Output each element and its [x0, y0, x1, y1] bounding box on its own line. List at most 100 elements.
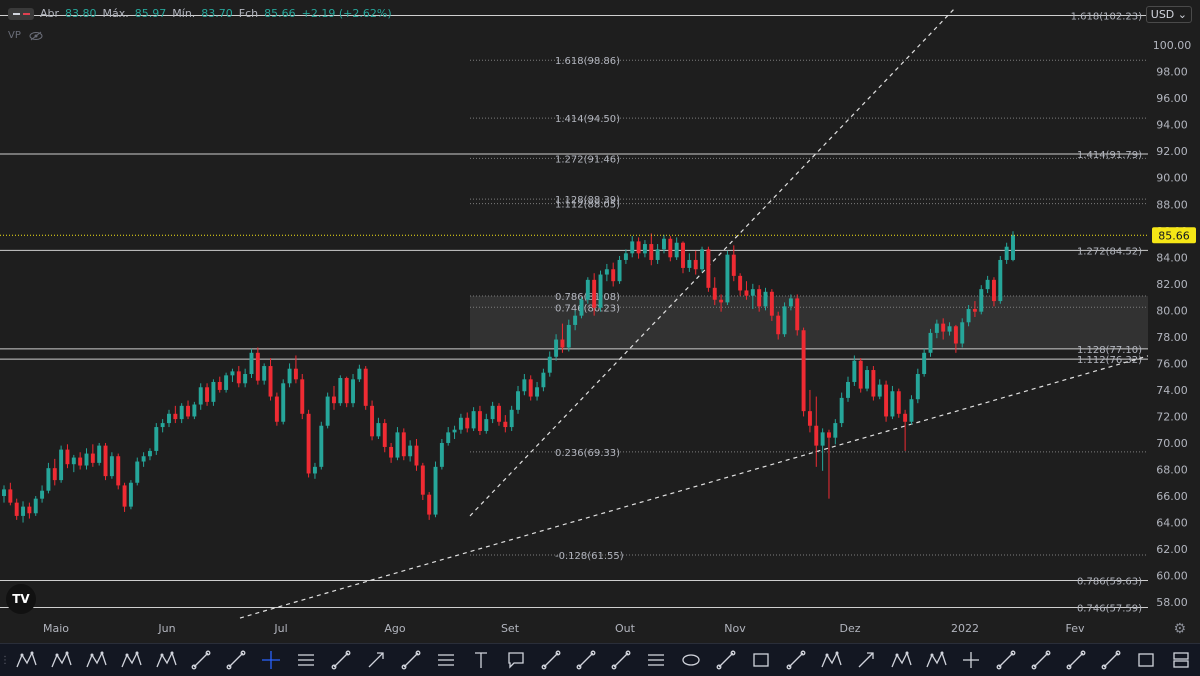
- wave-icon[interactable]: [1025, 646, 1056, 674]
- ae-pattern-icon[interactable]: [920, 646, 951, 674]
- path-icon[interactable]: [535, 646, 566, 674]
- candle-body: [122, 485, 127, 507]
- y-tick-label: 92.00: [1156, 145, 1188, 158]
- head-shoulders-icon[interactable]: [115, 646, 146, 674]
- trend-line: [469, 7, 956, 517]
- candle-body: [179, 405, 184, 420]
- high-value: 85.97: [134, 7, 167, 20]
- candle-body: [623, 253, 628, 260]
- ray-icon[interactable]: [850, 646, 881, 674]
- wxy-pattern-icon[interactable]: [815, 646, 846, 674]
- grip-icon[interactable]: ⋮: [0, 655, 10, 666]
- brush-icon[interactable]: [990, 646, 1021, 674]
- x-tick-label: Jul: [273, 622, 287, 635]
- fib-right-label: 1.272(84.52): [1077, 246, 1142, 257]
- candle-body: [116, 456, 121, 486]
- candle-body: [154, 427, 159, 451]
- candle-body: [662, 238, 666, 250]
- candle-body: [370, 405, 375, 437]
- candle-body: [198, 387, 203, 405]
- candle-body: [636, 241, 641, 254]
- candle-body: [903, 413, 908, 422]
- currency-selector[interactable]: USD ⌄: [1145, 6, 1192, 23]
- long-position-icon[interactable]: [1165, 646, 1196, 674]
- callout-icon[interactable]: [500, 646, 531, 674]
- y-tick-label: 84.00: [1156, 251, 1188, 264]
- candle-body: [173, 413, 178, 420]
- candle-body: [395, 432, 400, 458]
- candle-body: [979, 289, 984, 312]
- x-tick-label: Ago: [384, 622, 406, 635]
- candle-body: [503, 421, 508, 428]
- candle-body: [763, 291, 768, 307]
- candle-body: [833, 423, 838, 438]
- candle-body: [725, 254, 730, 303]
- candle-body: [135, 461, 140, 483]
- open-value: 83.80: [65, 7, 97, 20]
- wxyz-pattern-icon[interactable]: [885, 646, 916, 674]
- text-icon[interactable]: [465, 646, 496, 674]
- candle-body: [846, 381, 850, 398]
- candle-body: [186, 405, 190, 417]
- candle-body: [452, 429, 457, 433]
- regression-icon[interactable]: [430, 646, 461, 674]
- xabcd-pattern-icon[interactable]: [10, 646, 41, 674]
- network-icon[interactable]: [605, 646, 636, 674]
- candle-body: [236, 371, 241, 384]
- candle-body: [14, 502, 19, 516]
- candle-body: [382, 423, 387, 447]
- candle-body: [909, 399, 914, 422]
- price-chart[interactable]: 1.618(98.86) 1.414(94.50) 1.272(91.46) 1.12…: [0, 0, 1200, 643]
- vp-indicator[interactable]: VP: [8, 30, 43, 41]
- candle-body: [801, 330, 806, 412]
- arrow-icon[interactable]: [360, 646, 391, 674]
- candle-body: [65, 449, 70, 465]
- parallel-channel-icon[interactable]: [290, 646, 321, 674]
- gear-icon[interactable]: ⚙: [1173, 621, 1186, 637]
- triangle-pattern-icon[interactable]: [150, 646, 181, 674]
- abcd-pattern-icon[interactable]: [45, 646, 76, 674]
- candle-body: [332, 396, 336, 404]
- series-toggle[interactable]: [8, 7, 34, 20]
- measure-icon[interactable]: [710, 646, 741, 674]
- frame-icon[interactable]: [1130, 646, 1161, 674]
- candle-body: [338, 377, 343, 404]
- y-tick-label: 70.00: [1156, 437, 1188, 450]
- pencil-icon[interactable]: [1095, 646, 1126, 674]
- curve-icon[interactable]: [1060, 646, 1091, 674]
- rectangle-icon[interactable]: [745, 646, 776, 674]
- logo-text: TV: [12, 592, 30, 606]
- cross-line-icon[interactable]: [955, 646, 986, 674]
- candle-body: [401, 432, 406, 457]
- crosshair-icon[interactable]: [255, 646, 286, 674]
- candle-body: [972, 309, 977, 312]
- candle-body: [649, 244, 654, 260]
- candle-body: [97, 445, 102, 463]
- y-tick-label: 96.00: [1156, 92, 1188, 105]
- ellipse-icon[interactable]: [675, 646, 706, 674]
- candle-body: [953, 326, 958, 344]
- chevron-down-icon: ⌄: [1177, 8, 1187, 21]
- fib-levels-icon[interactable]: [640, 646, 671, 674]
- polyline-icon[interactable]: [780, 646, 811, 674]
- y-tick-label: 100.00: [1153, 39, 1192, 52]
- candle-body: [217, 381, 222, 390]
- fan-icon[interactable]: [185, 646, 216, 674]
- candle-body: [205, 387, 210, 402]
- high-key: Máx.: [102, 7, 129, 20]
- candle-body: [255, 352, 260, 381]
- candle-body: [46, 468, 51, 491]
- candle-body: [744, 290, 749, 296]
- candle-body: [516, 391, 520, 410]
- candle-body: [312, 466, 317, 474]
- candle-body: [446, 432, 451, 443]
- pitchfork-icon[interactable]: [395, 646, 426, 674]
- trend-line-icon[interactable]: [325, 646, 356, 674]
- candle-body: [788, 298, 793, 307]
- eye-hidden-icon[interactable]: [29, 31, 43, 41]
- price-label-icon[interactable]: [570, 646, 601, 674]
- gann-icon[interactable]: [220, 646, 251, 674]
- abc-pattern-icon[interactable]: [80, 646, 111, 674]
- x-tick-label: Set: [501, 622, 520, 635]
- fib-level-label: 1.414(94.50): [555, 114, 620, 125]
